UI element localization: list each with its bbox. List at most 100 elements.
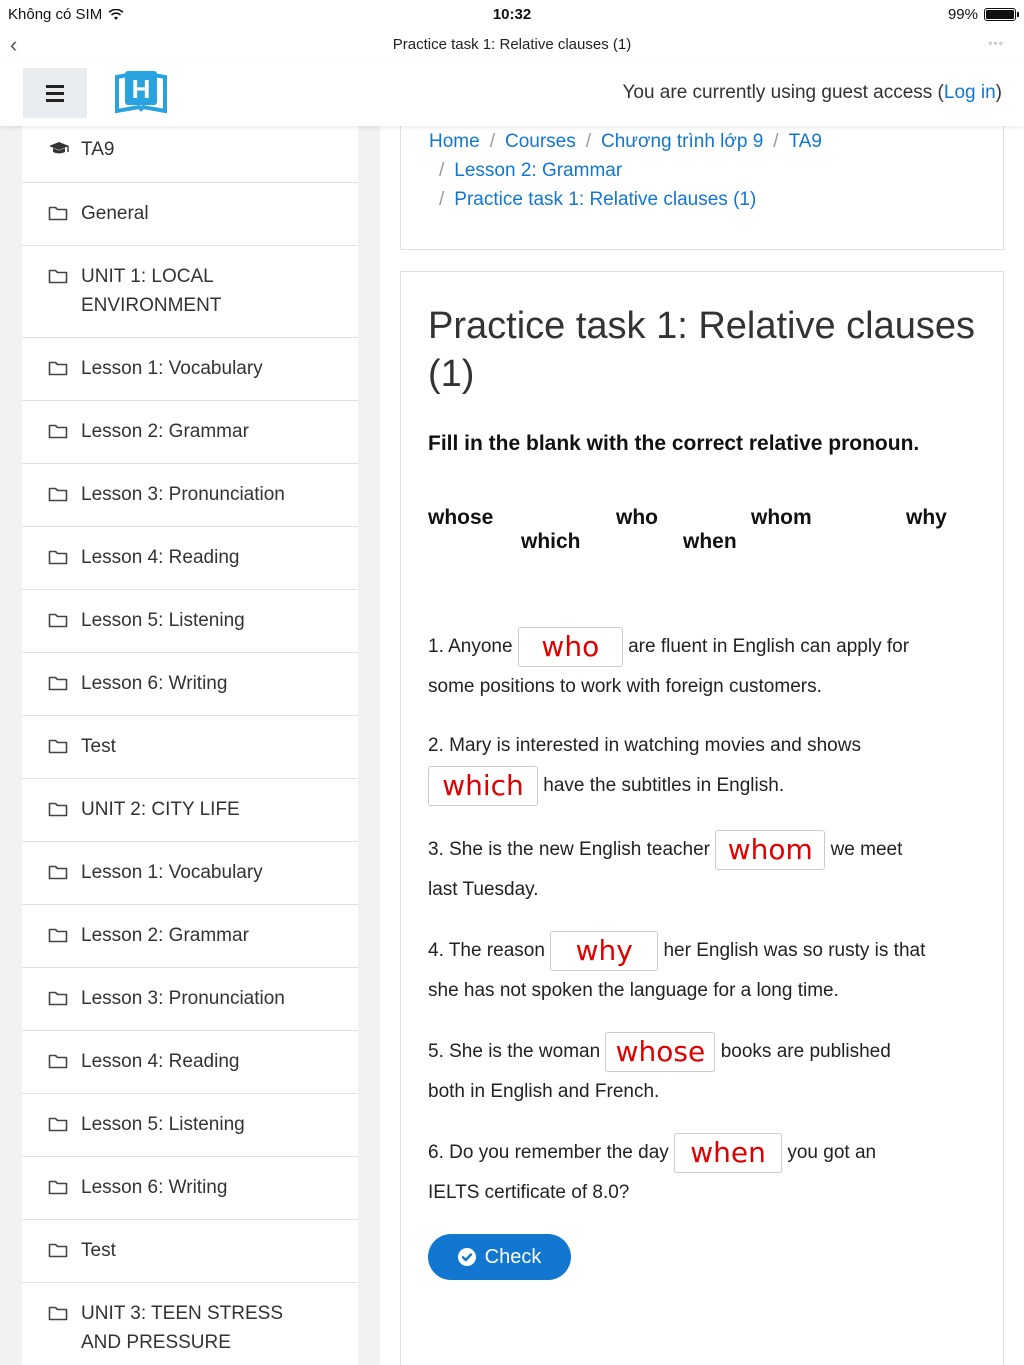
quiz-card: Practice task 1: Relative clauses (1) Fi… [400,271,1004,1365]
folder-icon [48,1179,70,1195]
sidebar-item[interactable]: UNIT 3: TEEN STRESS AND PRESSURE [22,1283,358,1365]
sidebar-item-label: Test [81,1240,116,1261]
status-right: 99% [947,6,1019,23]
status-time: 10:32 [492,6,532,23]
sidebar-item-label: Lesson 3: Pronunciation [81,988,285,1009]
sidebar-item[interactable]: Lesson 5: Listening [22,590,358,653]
folder-icon [48,1116,70,1132]
breadcrumb-program[interactable]: Chương trình lớp 9 [601,131,763,152]
check-button-label: Check [484,1245,542,1268]
question-text: 5. She is the woman [428,1041,601,1063]
question-text: 1. Anyone [428,636,513,658]
answer-field-3[interactable]: whom [715,830,826,870]
word-bank-item: which [521,530,581,553]
sidebar-item[interactable]: TA9 [22,126,358,183]
question-text: have the subtitles in English. [543,775,785,797]
battery-icon [984,8,1019,21]
question-text: 3. She is the new English teacher [428,839,711,861]
browser-title: Practice task 1: Relative clauses (1) [392,36,632,53]
sidebar-item-label: Lesson 6: Writing [81,673,228,694]
question-text: IELTS certificate of 8.0? [428,1182,630,1204]
folder-icon [48,486,70,502]
answer-field-1[interactable]: who [517,627,623,667]
folder-icon [48,205,70,221]
question-text: 4. The reason [428,940,545,962]
breadcrumb-separator: / [489,131,495,152]
sidebar-item-label: UNIT 3: TEEN STRESS AND PRESSURE [81,1303,284,1353]
question-text: both in English and French. [428,1081,660,1103]
sidebar-item[interactable]: Lesson 1: Vocabulary [22,338,358,401]
breadcrumb-separator: / [585,131,591,152]
breadcrumb-lesson[interactable]: Lesson 2: Grammar [454,160,622,181]
answer-field-2[interactable]: which [428,766,538,806]
sidebar-item[interactable]: Lesson 4: Reading [22,527,358,590]
sidebar-item[interactable]: Test [22,1220,358,1283]
word-bank-item: whose [428,506,494,529]
check-button[interactable]: Check [428,1234,571,1280]
hamburger-icon [46,83,64,104]
sidebar-item[interactable]: Test [22,716,358,779]
answer-field-4[interactable]: why [550,931,659,971]
folder-icon [48,268,70,284]
more-options-icon[interactable]: ◦◦◦ [988,36,1004,50]
browser-bar: ‹ Practice task 1: Relative clauses (1) … [0,30,1024,60]
guest-suffix: ) [995,82,1002,103]
sidebar-item-label: Lesson 3: Pronunciation [81,484,285,505]
login-link[interactable]: Log in [944,82,996,103]
battery-percent: 99% [947,6,978,23]
folder-icon [48,864,70,880]
sidebar-item[interactable]: Lesson 2: Grammar [22,401,358,464]
guest-access-notice: You are currently using guest access (Lo… [622,82,1002,104]
folder-icon [48,927,70,943]
sidebar-item[interactable]: Lesson 3: Pronunciation [22,464,358,527]
sidebar-item[interactable]: Lesson 1: Vocabulary [22,842,358,905]
folder-icon [48,360,70,376]
word-bank-item: when [683,530,737,553]
sidebar-item-label: Lesson 5: Listening [81,1114,245,1135]
breadcrumb-courses[interactable]: Courses [505,131,576,152]
breadcrumb-current[interactable]: Practice task 1: Relative clauses (1) [454,189,756,210]
sidebar-item[interactable]: Lesson 3: Pronunciation [22,968,358,1031]
folder-icon [48,801,70,817]
breadcrumb-separator: / [773,131,779,152]
sidebar-item-label: Lesson 1: Vocabulary [81,358,263,379]
folder-icon [48,990,70,1006]
question-4: 4. The reason why her English was so rus… [428,931,988,1011]
status-bar: Không có SIM 10:32 99% [0,0,1024,30]
sidebar-item-label: TA9 [81,139,115,160]
answer-field-6[interactable]: when [674,1133,783,1173]
sidebar-item[interactable]: General [22,183,358,246]
breadcrumb-separator: / [439,160,445,181]
sidebar-item[interactable]: Lesson 6: Writing [22,653,358,716]
question-text: some positions to work with foreign cust… [428,676,822,698]
graduation-cap-icon [48,141,70,157]
question-text: are fluent in English can apply for [628,636,910,658]
folder-icon [48,423,70,439]
sidebar-item[interactable]: Lesson 5: Listening [22,1094,358,1157]
question-text: she has not spoken the language for a lo… [428,980,839,1002]
folder-icon [48,1242,70,1258]
site-logo[interactable]: H [113,69,169,117]
sidebar-item-label: UNIT 1: LOCAL ENVIRONMENT [81,266,222,316]
course-drawer: TA9 General UNIT 1: LOCAL ENVIRONMENT Lesso… [22,126,358,1365]
folder-icon [48,738,70,754]
sidebar-item[interactable]: Lesson 2: Grammar [22,905,358,968]
sidebar-item[interactable]: Lesson 6: Writing [22,1157,358,1220]
sidebar-item-label: Lesson 4: Reading [81,1051,240,1072]
menu-toggle-button[interactable] [23,68,87,118]
battery-level [986,10,1014,19]
answer-field-5[interactable]: whose [605,1032,716,1072]
breadcrumb-course[interactable]: TA9 [789,131,822,152]
sidebar-item[interactable]: UNIT 1: LOCAL ENVIRONMENT [22,246,358,338]
page-title: Practice task 1: Relative clauses (1) [428,305,976,395]
navbar: H You are currently using guest access (… [0,60,1024,126]
sidebar-item[interactable]: Lesson 4: Reading [22,1031,358,1094]
sidebar-item[interactable]: UNIT 2: CITY LIFE [22,779,358,842]
breadcrumb-home[interactable]: Home [429,131,480,152]
quiz-instruction: Fill in the blank with the correct relat… [428,432,920,455]
word-bank-item: who [616,506,658,529]
folder-icon [48,675,70,691]
question-text: you got an [787,1142,877,1164]
question-text: her English was so rusty is that [663,940,926,962]
question-1: 1. Anyone who are fluent in English can … [428,627,988,707]
